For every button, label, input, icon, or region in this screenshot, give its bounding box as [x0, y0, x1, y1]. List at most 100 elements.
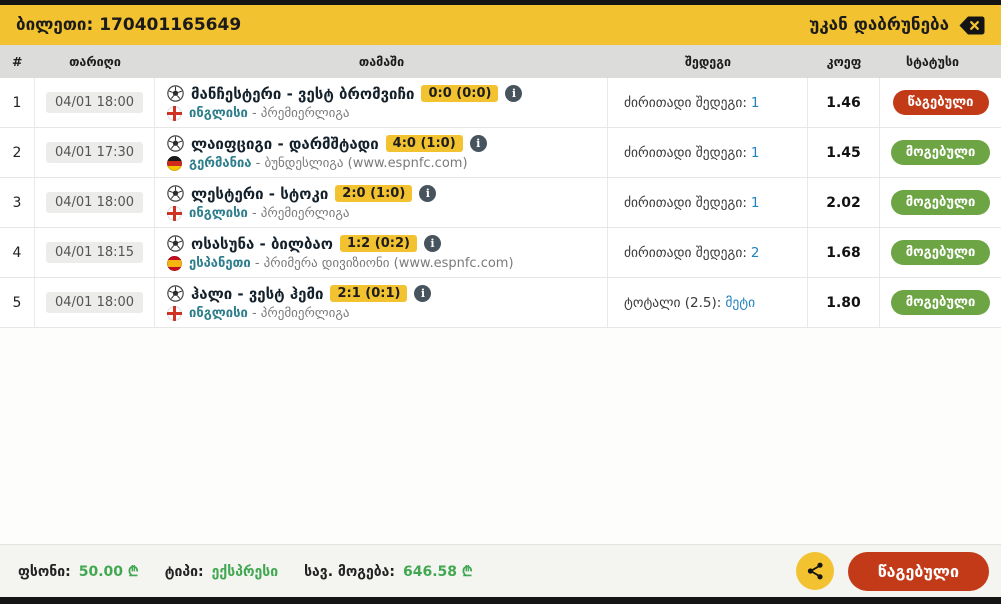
- coefficient: 1.68: [808, 228, 880, 277]
- coefficient: 1.45: [808, 128, 880, 177]
- england-flag-icon: [167, 205, 182, 221]
- date-badge: 04/01 18:15: [45, 242, 144, 263]
- table-row: 3 04/01 18:00 ლესტერი - სტოკი 2:0 (1:0) …: [0, 178, 1001, 228]
- result-cell: ძირითადი შედეგი: 1: [608, 128, 808, 177]
- backspace-icon: [959, 16, 985, 35]
- soccer-ball-icon: [167, 135, 184, 152]
- score-badge: 0:0 (0:0): [421, 85, 499, 102]
- game-cell: მანჩესტერი - ვესტ ბრომვიჩი 0:0 (0:0) i ი…: [155, 78, 608, 127]
- game-cell: ჰალი - ვესტ ჰემი 2:1 (0:1) i ინგლისი - პ…: [155, 278, 608, 327]
- date-cell: 04/01 17:30: [35, 128, 155, 177]
- pick-label: ძირითადი შედეგი:: [624, 244, 747, 261]
- stake-stat: ფსონი: 50.00 ₾: [18, 562, 139, 581]
- game-cell: ოსასუნა - ბილბაო 1:2 (0:2) i ესპანეთი - …: [155, 228, 608, 277]
- status-cell: მოგებული: [880, 128, 1001, 177]
- ticket-number-title: ბილეთი: 170401165649: [16, 15, 242, 35]
- date-badge: 04/01 17:30: [45, 142, 144, 163]
- status-cell: მოგებული: [880, 278, 1001, 327]
- game-cell: ლაიფციგი - დარმშტადი 4:0 (1:0) i გერმანი…: [155, 128, 608, 177]
- pick-label: ძირითადი შედეგი:: [624, 94, 747, 111]
- column-header-date: თარიღი: [69, 54, 121, 69]
- stake-value: 50.00 ₾: [78, 563, 139, 580]
- country-name: ინგლისი: [189, 305, 248, 321]
- coefficient: 1.46: [808, 78, 880, 127]
- row-number: 5: [0, 278, 35, 327]
- info-icon[interactable]: i: [469, 135, 487, 152]
- result-cell: ძირითადი შედეგი: 1: [608, 178, 808, 227]
- league-name: - პრემიერლიგა: [251, 205, 350, 221]
- column-header-status: სტატუსი: [906, 54, 960, 69]
- match-teams: ლესტერი - სტოკი: [191, 184, 329, 203]
- column-header-coef: კოეფ: [826, 54, 862, 69]
- pick-value: 1: [750, 144, 760, 161]
- england-flag-icon: [167, 305, 182, 321]
- possible-win-label: სავ. მოგება:: [304, 563, 395, 580]
- info-icon[interactable]: i: [414, 285, 432, 302]
- info-icon[interactable]: i: [423, 235, 441, 252]
- country-name: ინგლისი: [189, 205, 248, 221]
- share-button[interactable]: [795, 552, 834, 590]
- score-badge: 2:1 (0:1): [330, 285, 408, 302]
- league-name: - პრიმერა დივიზიონი (www.espnfc.com): [254, 255, 514, 271]
- pick-label: ტოტალი (2.5):: [624, 294, 722, 311]
- pick-value: მეტი: [725, 294, 756, 311]
- league-name: - პრემიერლიგა: [251, 105, 350, 121]
- column-header-game: თამაში: [358, 54, 405, 69]
- back-button-label: უკან დაბრუნება: [809, 15, 949, 35]
- england-flag-icon: [167, 105, 182, 121]
- score-badge: 4:0 (1:0): [385, 135, 463, 152]
- share-icon: [805, 561, 825, 581]
- date-cell: 04/01 18:00: [35, 278, 155, 327]
- status-badge: მოგებული: [890, 290, 991, 315]
- result-cell: ტოტალი (2.5): მეტი: [608, 278, 808, 327]
- lari-currency-symbol: ₾: [127, 563, 139, 580]
- germany-flag-icon: [167, 155, 182, 171]
- pick-value: 1: [750, 94, 760, 111]
- score-badge: 1:2 (0:2): [339, 235, 417, 252]
- ticket-footer: ფსონი: 50.00 ₾ ტიპი: ექსპრესი სავ. მოგებ…: [0, 544, 1001, 597]
- coefficient: 2.02: [808, 178, 880, 227]
- empty-area: [0, 328, 1001, 544]
- row-number: 1: [0, 78, 35, 127]
- status-badge: წაგებული: [892, 90, 989, 115]
- status-cell: მოგებული: [880, 228, 1001, 277]
- status-badge: მოგებული: [890, 190, 991, 215]
- type-stat: ტიპი: ექსპრესი: [165, 564, 278, 580]
- score-badge: 2:0 (1:0): [335, 185, 413, 202]
- row-number: 2: [0, 128, 35, 177]
- country-name: ესპანეთი: [189, 255, 251, 271]
- date-badge: 04/01 18:00: [45, 92, 144, 113]
- soccer-ball-icon: [167, 235, 184, 252]
- ticket-header: ბილეთი: 170401165649 უკან დაბრუნება: [0, 5, 1001, 45]
- status-cell: მოგებული: [880, 178, 1001, 227]
- country-name: ინგლისი: [189, 105, 248, 121]
- date-badge: 04/01 18:00: [45, 192, 144, 213]
- type-value: ექსპრესი: [211, 563, 279, 580]
- info-icon[interactable]: i: [419, 185, 437, 202]
- league-name: - ბუნდესლიგა (www.espnfc.com): [255, 155, 468, 171]
- table-row: 5 04/01 18:00 ჰალი - ვესტ ჰემი 2:1 (0:1)…: [0, 278, 1001, 328]
- league-name: - პრემიერლიგა: [251, 305, 350, 321]
- match-teams: ლაიფციგი - დარმშტადი: [191, 134, 379, 153]
- ticket-overall-status-button: წაგებული: [847, 551, 989, 591]
- row-number: 4: [0, 228, 35, 277]
- table-header-row: # თარიღი თამაში შედეგი კოეფ სტატუსი: [0, 45, 1001, 78]
- result-cell: ძირითადი შედეგი: 2: [608, 228, 808, 277]
- type-label: ტიპი:: [164, 563, 204, 580]
- table-row: 1 04/01 18:00 მანჩესტერი - ვესტ ბრომვიჩი…: [0, 78, 1001, 128]
- status-badge: მოგებული: [890, 140, 991, 165]
- back-button[interactable]: უკან დაბრუნება: [809, 15, 985, 35]
- pick-value: 2: [750, 244, 760, 261]
- coefficient: 1.80: [808, 278, 880, 327]
- country-name: გერმანია: [189, 155, 252, 171]
- status-badge: მოგებული: [890, 240, 991, 265]
- spain-flag-icon: [167, 255, 182, 271]
- stake-label: ფსონი:: [18, 563, 71, 580]
- soccer-ball-icon: [167, 85, 184, 102]
- match-teams: მანჩესტერი - ვესტ ბრომვიჩი: [191, 84, 415, 103]
- info-icon[interactable]: i: [505, 85, 523, 102]
- column-header-result: შედეგი: [684, 54, 732, 69]
- pick-label: ძირითადი შედეგი:: [624, 144, 747, 161]
- status-cell: წაგებული: [880, 78, 1001, 127]
- soccer-ball-icon: [167, 185, 184, 202]
